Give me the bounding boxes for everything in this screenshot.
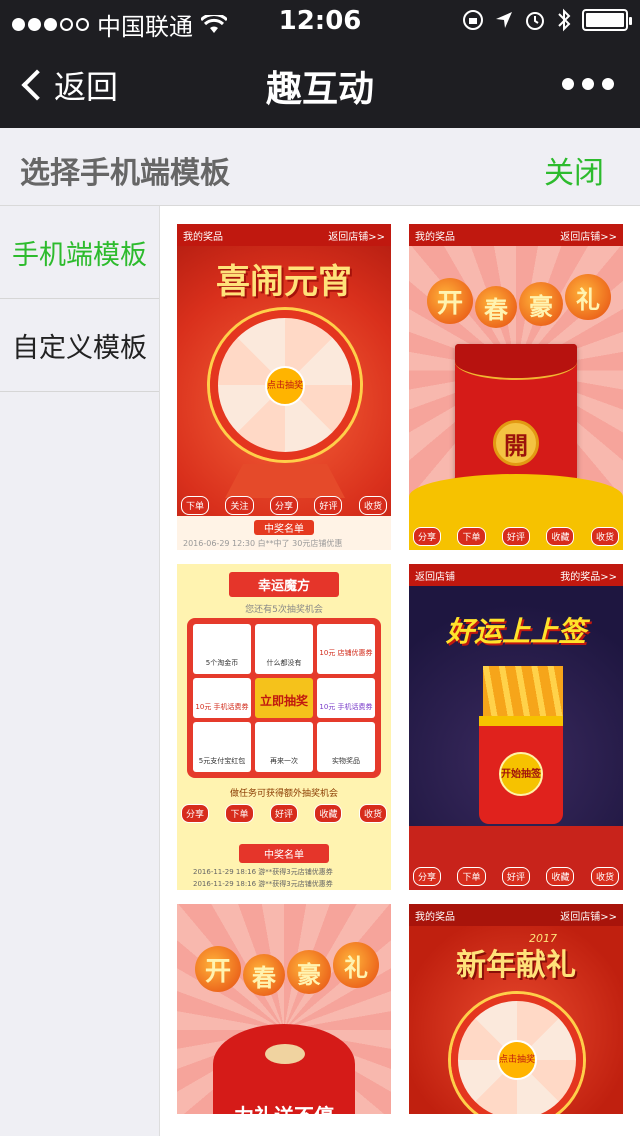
receive-button: 收货 (358, 804, 387, 823)
bluetooth-icon (558, 8, 571, 32)
template-topbar: 我的奖品 返回店铺>> (177, 224, 391, 246)
my-prizes-link: 我的奖品 (183, 231, 223, 243)
action-buttons: 分享 下单 好评 收藏 收货 (181, 804, 387, 823)
template-topbar: 我的奖品 返回店铺>> (409, 224, 623, 246)
order-button: 下单 (457, 527, 486, 546)
template-topbar: 我的奖品 返回店铺>> (409, 904, 623, 926)
share-button: 分享 (413, 867, 442, 886)
winners-ticker: 2016-06-29 12:30 白**中了 30元店铺优惠 (183, 539, 343, 548)
template-card[interactable]: 返回店铺 我的奖品>> 好运上上签 开始抽签 分享 下单 好评 收藏 收货 (409, 564, 623, 890)
my-prizes-link: 我的奖品 (415, 231, 455, 243)
template-card[interactable]: 我的奖品 返回店铺>> 新年献礼 2017 点击抽奖 (409, 904, 623, 1114)
sidebar-item-custom-templates[interactable]: 自定义模板 (0, 299, 159, 392)
action-buttons: 下单 关注 分享 好评 收货 (181, 496, 387, 515)
my-prizes-link: 我的奖品 (415, 911, 455, 923)
winners-row: 2016-11-29 18:16 游**获得3元店铺优惠券 (193, 880, 333, 888)
draw-now-button: 立即抽奖 (255, 678, 313, 718)
template-headline: 幸运魔方 (229, 572, 339, 597)
template-topbar: 返回店铺 我的奖品>> (409, 564, 623, 586)
prize-cell: 5元支付宝红包 (193, 722, 251, 772)
receive-button: 收货 (590, 867, 619, 886)
back-to-store-link: 返回店铺 (415, 571, 455, 583)
template-grid: 我的奖品 返回店铺>> 喜闹元宵 点击抽奖 下单 关注 分享 好评 收货 中奖名… (160, 206, 640, 1136)
spin-button: 点击抽奖 (265, 366, 305, 406)
lantern: 开 (427, 278, 473, 324)
task-text: 做任务可获得额外抽奖机会 (229, 789, 338, 799)
winners-title: 中奖名单 (254, 520, 314, 535)
review-button: 好评 (314, 496, 343, 515)
battery-icon (582, 9, 632, 31)
prize-cell: 实物奖品 (317, 722, 375, 772)
panel-header: 选择手机端模板 关闭 (0, 128, 640, 206)
prize-grid: 5个淘金币 什么都没有 10元 店铺优惠券 10元 手机话费券 立即抽奖 10元… (187, 618, 381, 778)
prize-cell: 10元 手机话费券 (193, 678, 251, 718)
review-button: 好评 (501, 527, 530, 546)
template-headline: 好运上上签 (445, 615, 586, 648)
template-card[interactable]: 开 春 豪 礼 力礼送不停 (177, 904, 391, 1114)
template-headline: 喜闹元宵 (216, 262, 352, 302)
prize-cell: 10元 手机话费券 (317, 678, 375, 718)
back-to-store-link: 返回店铺>> (560, 911, 617, 923)
sidebar-item-mobile-templates[interactable]: 手机端模板 (0, 206, 159, 299)
close-button[interactable]: 关闭 (544, 148, 604, 192)
prize-cell: 10元 店铺优惠券 (317, 624, 375, 674)
back-to-store-link: 返回店铺>> (328, 231, 385, 243)
template-card[interactable]: 幸运魔方 您还有5次抽奖机会 5个淘金币 什么都没有 10元 店铺优惠券 10元… (177, 564, 391, 890)
prize-cell: 什么都没有 (255, 624, 313, 674)
favorite-button: 收藏 (546, 867, 575, 886)
share-button: 分享 (269, 496, 298, 515)
rotation-lock-icon (463, 10, 483, 30)
page-title: 趣互动 (265, 69, 374, 110)
favorite-button: 收藏 (546, 527, 575, 546)
alarm-icon (526, 12, 544, 30)
receive-button: 收货 (590, 527, 619, 546)
my-prizes-link: 我的奖品>> (560, 571, 617, 583)
share-button: 分享 (181, 804, 210, 823)
template-card[interactable]: 我的奖品 返回店铺>> 开 春 豪 礼 開 分享 下单 好评 收藏 收货 (409, 224, 623, 550)
bag-caption: 力礼送不停 (177, 1100, 391, 1114)
lantern: 豪 (519, 282, 563, 326)
order-button: 下单 (457, 867, 486, 886)
start-draw-button: 开始抽签 (499, 752, 543, 796)
panel-title: 选择手机端模板 (20, 156, 230, 191)
lantern: 春 (243, 954, 285, 996)
nav-bar: 返回 趣互动 (0, 40, 640, 128)
lantern: 礼 (333, 942, 379, 988)
back-to-store-link: 返回店铺>> (560, 231, 617, 243)
template-card[interactable]: 我的奖品 返回店铺>> 喜闹元宵 点击抽奖 下单 关注 分享 好评 收货 中奖名… (177, 224, 391, 550)
winners-list: 2016-11-29 18:16 游**获得3元店铺优惠券 2016-11-29… (193, 866, 333, 890)
lantern: 开 (195, 946, 241, 992)
chances-text: 您还有5次抽奖机会 (245, 605, 323, 615)
prize-cell: 5个淘金币 (193, 624, 251, 674)
winners-row: 2016-11-29 18:16 游**获得3元店铺优惠券 (193, 868, 333, 876)
location-icon (496, 12, 512, 28)
top-bar: 中国联通 12:06 返回 趣互动 (0, 0, 640, 128)
favorite-button: 收藏 (314, 804, 343, 823)
more-menu-button[interactable] (562, 78, 614, 90)
review-button: 好评 (269, 804, 298, 823)
prize-cell: 再来一次 (255, 722, 313, 772)
lantern: 豪 (287, 950, 331, 994)
wheel-stand (225, 464, 345, 498)
action-buttons: 分享 下单 好评 收藏 收货 (413, 867, 619, 886)
order-button: 下单 (225, 804, 254, 823)
template-headline: 新年献礼 (456, 948, 576, 983)
spin-button: 点击抽奖 (497, 1040, 537, 1080)
status-right (462, 8, 632, 32)
winners-panel: 中奖名单 2016-06-29 12:30 白**中了 30元店铺优惠 (177, 516, 391, 550)
share-button: 分享 (413, 527, 442, 546)
action-buttons: 分享 下单 好评 收藏 收货 (413, 527, 619, 546)
sidebar: 手机端模板 自定义模板 (0, 206, 160, 1136)
receive-button: 收货 (358, 496, 387, 515)
lantern: 春 (475, 286, 517, 328)
lantern: 礼 (565, 274, 611, 320)
review-button: 好评 (501, 867, 530, 886)
year-label: 2017 (529, 932, 557, 945)
order-button: 下单 (181, 496, 210, 515)
status-bar: 中国联通 12:06 (0, 0, 640, 41)
gift-bag-tie (265, 1044, 305, 1064)
winners-title: 中奖名单 (239, 844, 329, 863)
follow-button: 关注 (225, 496, 254, 515)
open-envelope-button: 開 (493, 420, 539, 466)
